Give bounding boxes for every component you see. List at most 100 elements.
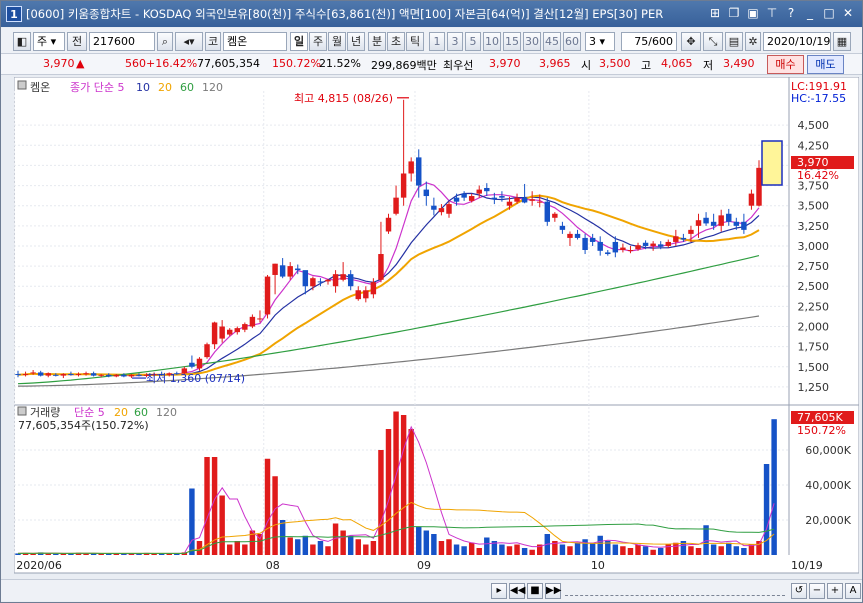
title-bar[interactable]: 1 [0600] 키움종합차트 - KOSDAQ 외국인보유[80(천)] 주식… — [1, 1, 862, 27]
volume-legend-ma5: 단순 5 — [74, 406, 105, 419]
change-tag-label: 16.42% — [797, 169, 839, 182]
candle-body — [226, 329, 233, 335]
rewind-icon[interactable]: ◀◀ — [509, 583, 525, 599]
type-select[interactable]: 주 ▾ — [33, 32, 65, 51]
scroll-bar[interactable]: ▸ ◀◀ ■ ▶▶ ↺ − + A — [1, 579, 862, 601]
period-month[interactable]: 월 — [328, 32, 346, 51]
crosshair-icon[interactable]: ✥ — [681, 32, 701, 51]
candle-body — [347, 274, 354, 287]
minute-option[interactable]: 3 — [447, 32, 463, 51]
zoom-out-icon[interactable]: − — [809, 583, 825, 599]
candle-body — [75, 374, 82, 376]
candle-body — [189, 362, 195, 367]
lock-icon[interactable]: ▣ — [745, 5, 761, 21]
volume-bar — [53, 553, 59, 555]
candle-body — [521, 197, 528, 203]
minute-option[interactable]: 15 — [503, 32, 521, 51]
candle-body — [310, 278, 316, 287]
candle-body — [204, 344, 210, 358]
tile-icon[interactable]: ⊞ — [707, 5, 723, 21]
auto-icon[interactable]: A — [845, 583, 861, 599]
search-icon[interactable]: ⌕ — [157, 32, 173, 51]
settings-icon[interactable]: ✲ — [745, 32, 761, 51]
x-tick-label: 10/19 — [791, 559, 823, 572]
volume-tick-label: 20,000K — [805, 514, 851, 527]
chart-area[interactable]: 1,250 1,500 1,750 2,000 2,250 2,500 2,750 3,000… — [14, 77, 859, 577]
candle-body — [710, 221, 717, 226]
calendar-icon[interactable]: ▦ — [833, 32, 851, 51]
minute-option[interactable]: 5 — [465, 32, 481, 51]
stock-code-input[interactable]: 217600 — [89, 32, 155, 51]
candle-body — [703, 217, 709, 224]
candle-body — [45, 373, 51, 376]
maximize-icon[interactable]: □ — [821, 5, 837, 21]
minute-option[interactable]: 60 — [563, 32, 581, 51]
candle-body — [642, 242, 649, 246]
volume-bar — [476, 548, 482, 555]
candle-body — [136, 374, 142, 376]
x-tick-label: 10 — [591, 559, 605, 572]
scroll-right-icon[interactable]: ▸ — [491, 583, 507, 599]
candle-body — [408, 161, 414, 174]
save-icon[interactable]: ▤ — [725, 32, 743, 51]
help-icon[interactable]: ? — [783, 5, 799, 21]
candle-body — [60, 374, 67, 376]
prev-button[interactable]: 전 — [67, 32, 87, 51]
candle-body — [423, 189, 430, 197]
candle-body — [128, 374, 135, 377]
volume-bar — [726, 542, 732, 555]
volume-bar — [45, 553, 51, 555]
volume-value: 77,605,354 — [197, 57, 260, 70]
volume-bar — [567, 546, 573, 555]
period-minute[interactable]: 분 — [368, 32, 386, 51]
period-year[interactable]: 년 — [347, 32, 365, 51]
draw-tool-icon[interactable]: ⤡ — [703, 32, 723, 51]
app-number-badge: 1 — [6, 6, 22, 22]
legend-ma120: 120 — [202, 81, 223, 94]
sound-icon[interactable]: ◂▾ — [175, 32, 203, 51]
candle-body — [635, 245, 641, 250]
bar-count-field[interactable]: 75/600 — [621, 32, 677, 51]
zoom-in-icon[interactable]: + — [827, 583, 843, 599]
candle-body — [574, 233, 581, 238]
candle-body — [589, 237, 596, 242]
chart-layout-icon[interactable]: ◧ — [13, 32, 31, 51]
scroll-track[interactable] — [565, 586, 785, 596]
interval-input[interactable]: 3 ▾ — [585, 32, 615, 51]
candle-body — [257, 318, 263, 320]
minimize-icon[interactable]: _ — [802, 5, 818, 21]
volume-bar — [453, 544, 460, 555]
volume-bar — [423, 530, 430, 555]
volume-legend-ma120: 120 — [156, 406, 177, 419]
candle-body — [416, 157, 422, 186]
stop-icon[interactable]: ■ — [527, 583, 543, 599]
date-field[interactable]: 2020/10/19 — [763, 32, 831, 51]
minute-option[interactable]: 30 — [523, 32, 541, 51]
candle-body — [279, 265, 286, 277]
period-tick[interactable]: 틱 — [406, 32, 424, 51]
high-price: 4,065 — [661, 57, 693, 70]
restore-icon[interactable]: ❐ — [726, 5, 742, 21]
candle-body — [491, 197, 498, 200]
minute-option[interactable]: 10 — [483, 32, 501, 51]
minute-option[interactable]: 45 — [543, 32, 561, 51]
close-icon[interactable]: ✕ — [840, 5, 856, 21]
candle-body — [726, 213, 732, 222]
period-second[interactable]: 초 — [387, 32, 405, 51]
candle-body — [665, 241, 671, 246]
candle-body — [370, 282, 377, 295]
candle-body — [453, 197, 460, 202]
period-day[interactable]: 일 — [290, 32, 308, 51]
pin-icon[interactable]: ⊤ — [764, 5, 780, 21]
price-tick-label: 2,000 — [798, 321, 830, 334]
candle-body — [446, 204, 452, 214]
buy-button[interactable]: 매수 — [767, 55, 804, 74]
sell-button[interactable]: 매도 — [807, 55, 844, 74]
low-price: 3,490 — [723, 57, 755, 70]
minute-option[interactable]: 1 — [429, 32, 445, 51]
reset-icon[interactable]: ↺ — [791, 583, 807, 599]
fast-forward-icon[interactable]: ▶▶ — [545, 583, 561, 599]
period-week[interactable]: 주 — [309, 32, 327, 51]
market-label[interactable]: 코 — [205, 32, 221, 51]
stock-name-field[interactable]: 켐온 — [223, 32, 287, 51]
